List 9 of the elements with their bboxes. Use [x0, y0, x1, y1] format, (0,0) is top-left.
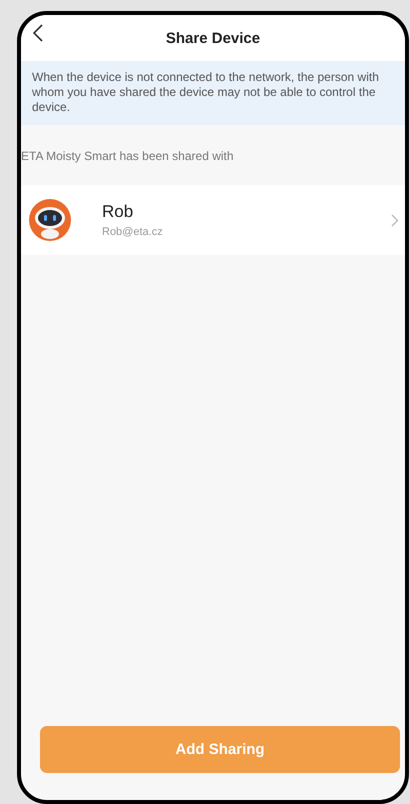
- screen-title: Share Device: [166, 30, 260, 46]
- robot-avatar-icon: [29, 199, 71, 241]
- user-email: Rob@eta.cz: [102, 226, 164, 238]
- shared-user-row[interactable]: Rob Rob@eta.cz: [21, 185, 405, 255]
- section-label: ETA Moisty Smart has been shared with: [21, 149, 234, 163]
- notice-banner: When the device is not connected to the network, the person with whom you have shared the device may not be able to control the device.: [21, 61, 405, 125]
- back-icon: [33, 24, 43, 42]
- chevron-right-icon: [391, 214, 399, 226]
- user-name: Rob: [102, 202, 134, 222]
